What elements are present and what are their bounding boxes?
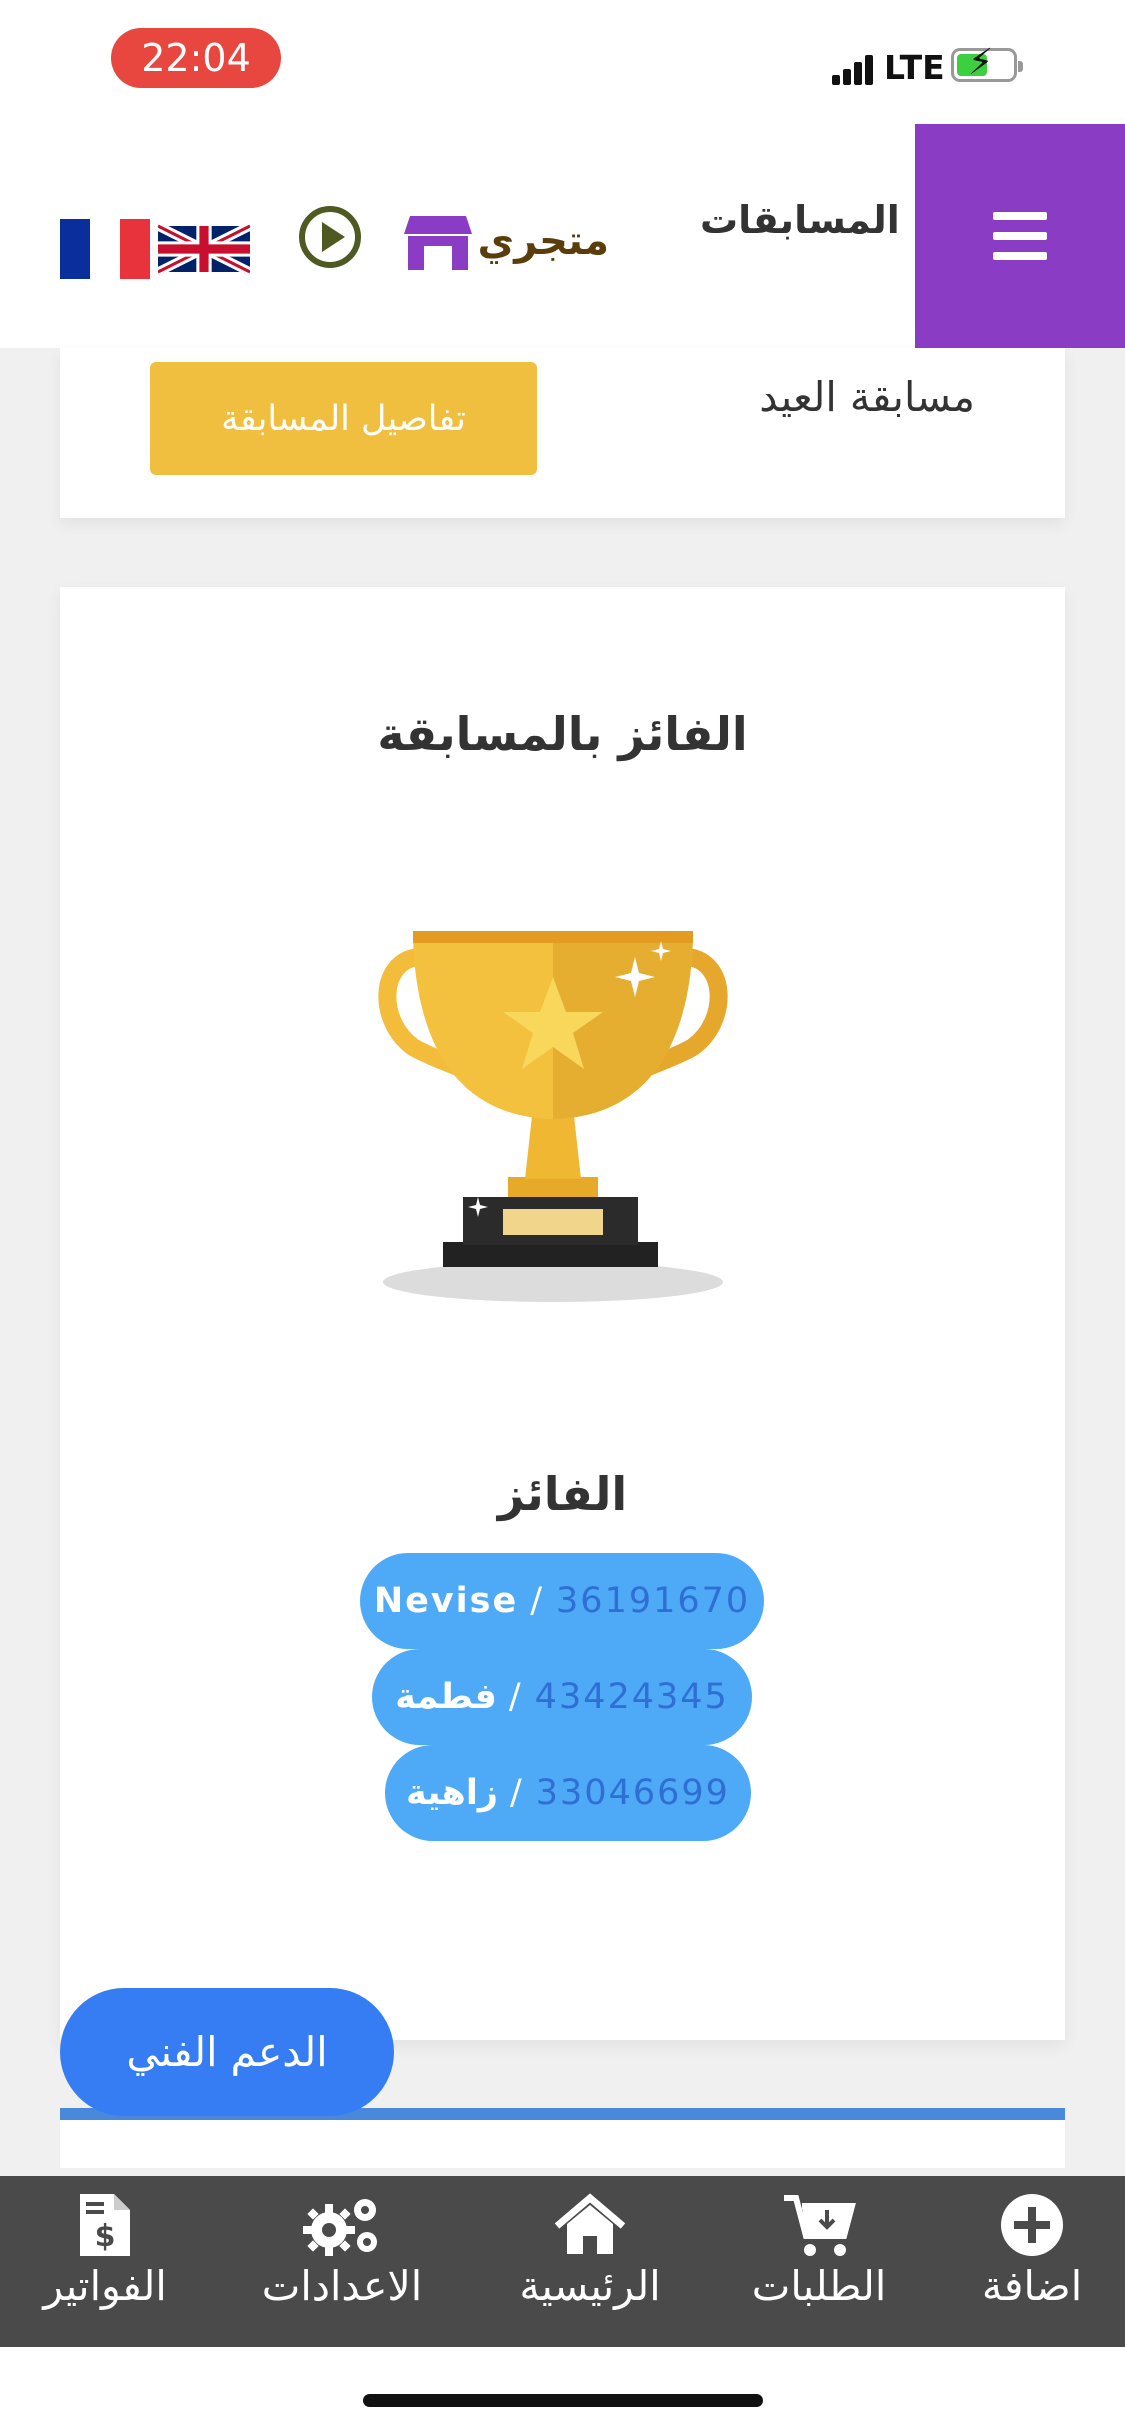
winner-section-title: الفائز بالمسابقة xyxy=(377,707,748,761)
my-store-link[interactable]: متجري xyxy=(404,212,609,278)
menu-button[interactable] xyxy=(915,124,1125,348)
winner-label: الفائز xyxy=(497,1467,628,1521)
technical-support-button[interactable]: الدعم الفني xyxy=(60,1988,394,2116)
winner-item-2: فطمة / 43424345 xyxy=(372,1649,752,1745)
winner-name: Nevise xyxy=(373,1581,519,1621)
winner-name: فطمة xyxy=(395,1677,497,1717)
menu-icon xyxy=(993,212,1047,260)
plus-circle-icon xyxy=(1001,2194,1063,2256)
nav-label: الرئيسية xyxy=(519,2262,661,2310)
my-store-label: متجري xyxy=(477,218,609,264)
winner-phone: 33046699 xyxy=(535,1773,730,1813)
winner-card: الفائز بالمسابقة الفائز Nevise / 3619167… xyxy=(60,587,1065,2040)
home-indicator-area xyxy=(0,2347,1125,2436)
winner-phone: 43424345 xyxy=(534,1677,729,1717)
winner-separator: / xyxy=(508,1677,523,1717)
winner-separator: / xyxy=(509,1773,524,1813)
page-title: المسابقات xyxy=(700,198,900,242)
next-card xyxy=(60,2108,1065,2168)
gears-icon xyxy=(303,2199,377,2256)
nav-item-settings[interactable]: الاعدادات xyxy=(252,2192,432,2332)
app-header: المسابقات متجري xyxy=(0,124,1125,348)
status-time: 22:04 xyxy=(111,28,281,88)
competition-card: مسابقة العيد تفاصيل المسابقة xyxy=(60,348,1065,518)
home-icon xyxy=(554,2193,626,2254)
winner-separator: / xyxy=(530,1581,545,1621)
nav-label: الفواتير xyxy=(43,2262,167,2310)
bottom-nav: اضافة الطلبات الرئيسية الاعدادات $ الفوا… xyxy=(0,2176,1125,2347)
svg-text:$: $ xyxy=(95,2219,116,2254)
winner-item-3: زاهية / 33046699 xyxy=(385,1745,751,1841)
nav-label: اضافة xyxy=(981,2262,1083,2310)
play-icon[interactable] xyxy=(297,204,363,270)
signal-icon xyxy=(832,55,874,85)
nav-label: الطلبات xyxy=(751,2262,887,2310)
uk-flag-icon[interactable] xyxy=(158,224,250,274)
trophy-icon xyxy=(378,931,728,1302)
winner-name: زاهية xyxy=(406,1773,498,1813)
invoice-icon: $ xyxy=(80,2194,130,2256)
competition-details-button[interactable]: تفاصيل المسابقة xyxy=(150,362,537,475)
nav-item-add[interactable]: اضافة xyxy=(972,2192,1092,2332)
nav-label: الاعدادات xyxy=(261,2262,423,2310)
winner-phone: 36191670 xyxy=(556,1581,751,1621)
home-indicator[interactable] xyxy=(363,2394,763,2407)
nav-item-orders[interactable]: الطلبات xyxy=(745,2192,893,2332)
store-icon xyxy=(404,216,472,270)
nav-item-home[interactable]: الرئيسية xyxy=(515,2192,665,2332)
competition-name: مسابقة العيد xyxy=(759,373,975,421)
winner-item-1: Nevise / 36191670 xyxy=(360,1553,764,1649)
nav-item-invoices[interactable]: $ الفواتير xyxy=(40,2192,170,2332)
trophy-image xyxy=(243,807,863,1417)
france-flag-icon[interactable] xyxy=(60,219,150,279)
battery-icon: ⚡ xyxy=(951,45,1023,82)
network-label: LTE xyxy=(884,48,945,87)
cart-icon xyxy=(784,2195,856,2256)
status-bar: 22:04 LTE ⚡ xyxy=(0,0,1125,124)
